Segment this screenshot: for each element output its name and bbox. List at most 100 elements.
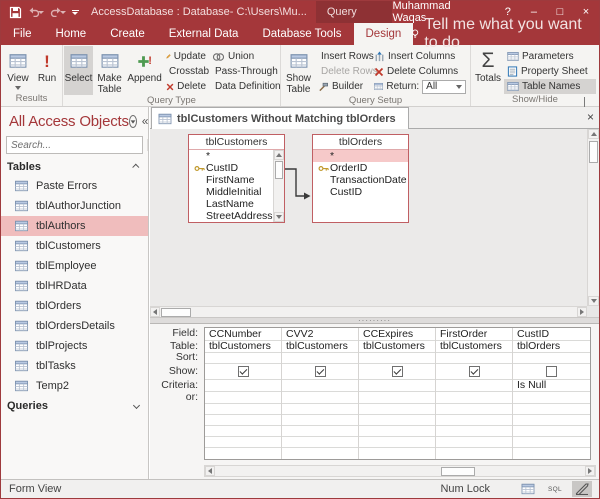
view-button[interactable]: View xyxy=(2,46,34,93)
ribbon-tab[interactable]: File xyxy=(1,23,44,45)
field-list[interactable]: tblOrders * xyxy=(312,134,409,223)
nav-item[interactable]: tblCustomers xyxy=(1,236,148,256)
document-tab[interactable]: tblCustomers Without Matching tblOrders xyxy=(151,107,409,129)
scroll-thumb[interactable] xyxy=(441,467,475,476)
field-row[interactable]: LastName xyxy=(189,198,284,210)
field-row[interactable]: CustID xyxy=(313,186,408,198)
field-row[interactable]: MiddleInitial xyxy=(189,186,284,198)
data-definition-button[interactable]: Data Definition xyxy=(209,79,279,94)
qat-customize-icon[interactable] xyxy=(72,10,79,15)
qbe-or-cell[interactable] xyxy=(359,392,435,404)
scroll-left-icon[interactable] xyxy=(205,466,215,476)
qbe-field-cell[interactable]: CustID xyxy=(513,328,590,341)
qbe-criteria-cell[interactable] xyxy=(282,380,358,392)
nav-item[interactable]: tblTasks xyxy=(1,356,148,376)
datasheet-view-button[interactable] xyxy=(518,481,538,497)
field-list[interactable]: tblCustomers * xyxy=(188,134,285,223)
property-sheet-button[interactable]: Property Sheet xyxy=(504,64,596,79)
nav-item[interactable]: tblHRData xyxy=(1,276,148,296)
scroll-up-icon[interactable] xyxy=(274,150,284,160)
nav-item[interactable]: Temp2 xyxy=(1,376,148,396)
grid-horizontal-scrollbar[interactable] xyxy=(204,465,596,477)
qbe-show-cell[interactable] xyxy=(359,364,435,380)
qbe-sort-cell[interactable] xyxy=(205,353,281,364)
shutter-bar-close-icon[interactable]: « xyxy=(142,115,149,128)
field-row[interactable]: CustID xyxy=(189,162,284,174)
delete-columns-button[interactable]: Delete Columns xyxy=(371,64,469,79)
qbe-show-cell[interactable] xyxy=(282,364,358,380)
scroll-thumb[interactable] xyxy=(589,141,598,163)
qbe-criteria-cell[interactable] xyxy=(359,380,435,392)
show-checkbox[interactable] xyxy=(238,366,249,377)
qbe-criteria-cell[interactable] xyxy=(436,380,512,392)
field-row[interactable]: * xyxy=(313,150,408,162)
field-row[interactable]: StreetAddress xyxy=(189,210,284,222)
return-dropdown[interactable]: All xyxy=(422,80,466,94)
qbe-show-cell[interactable] xyxy=(205,364,281,380)
tell-me-box[interactable]: Tell me what you want to do xyxy=(401,23,599,45)
ribbon-tab[interactable]: Database Tools xyxy=(250,23,353,45)
nav-item[interactable]: tblOrdersDetails xyxy=(1,316,148,336)
scroll-thumb[interactable] xyxy=(161,308,191,317)
qbe-show-cell[interactable] xyxy=(513,364,590,380)
scroll-right-icon[interactable] xyxy=(585,466,595,476)
show-checkbox[interactable] xyxy=(546,366,557,377)
table-names-button[interactable]: Table Names xyxy=(504,79,596,94)
undo-button[interactable] xyxy=(28,7,44,17)
field-row[interactable]: * xyxy=(189,150,284,162)
qbe-table-cell[interactable]: tblCustomers xyxy=(359,341,435,353)
make-table-button[interactable]: Make Table xyxy=(93,46,126,95)
scroll-up-icon[interactable] xyxy=(588,129,599,139)
show-checkbox[interactable] xyxy=(392,366,403,377)
join-line[interactable] xyxy=(280,163,318,205)
nav-menu-icon[interactable] xyxy=(129,115,137,128)
field-row[interactable]: FirstName xyxy=(189,174,284,186)
nav-item[interactable]: tblAuthorJunction xyxy=(1,196,148,216)
nav-item[interactable]: Paste Errors xyxy=(1,176,148,196)
qbe-criteria-cell[interactable]: Is Null xyxy=(513,380,590,392)
scroll-down-icon[interactable] xyxy=(588,296,599,306)
redo-button[interactable] xyxy=(50,7,66,17)
qbe-sort-cell[interactable] xyxy=(513,353,590,364)
qbe-or-cell[interactable] xyxy=(282,392,358,404)
scroll-right-icon[interactable] xyxy=(577,307,587,317)
append-button[interactable]: ! Append xyxy=(126,46,163,95)
scroll-left-icon[interactable] xyxy=(150,307,160,317)
sql-view-button[interactable]: SQL xyxy=(545,481,565,497)
update-button[interactable]: Update xyxy=(163,49,209,64)
scroll-down-icon[interactable] xyxy=(274,212,284,222)
nav-group-header[interactable]: Tables xyxy=(1,157,148,176)
save-icon[interactable] xyxy=(9,6,22,19)
delete-button[interactable]: Delete xyxy=(163,79,209,94)
nav-item[interactable]: tblEmployee xyxy=(1,256,148,276)
ribbon-tab[interactable]: Home xyxy=(44,23,99,45)
nav-item[interactable]: tblOrders xyxy=(1,296,148,316)
ribbon-collapse-button[interactable] xyxy=(584,98,592,103)
run-button[interactable]: ! Run xyxy=(34,46,60,93)
pane-splitter[interactable]: ········· xyxy=(150,317,599,324)
show-checkbox[interactable] xyxy=(315,366,326,377)
group-chevron-icon[interactable] xyxy=(133,402,140,409)
show-checkbox[interactable] xyxy=(469,366,480,377)
qbe-criteria-cell[interactable] xyxy=(205,380,281,392)
search-input[interactable] xyxy=(7,140,147,151)
qbe-or-cell[interactable] xyxy=(513,392,590,404)
field-row[interactable]: OrderID xyxy=(313,162,408,174)
nav-item[interactable]: tblAuthors xyxy=(1,216,148,236)
qbe-table-cell[interactable]: tblCustomers xyxy=(282,341,358,353)
ribbon-tab[interactable]: External Data xyxy=(157,23,251,45)
union-button[interactable]: Union xyxy=(209,49,279,64)
qbe-sort-cell[interactable] xyxy=(436,353,512,364)
show-table-button[interactable]: Show Table xyxy=(282,46,315,95)
document-close-icon[interactable]: × xyxy=(587,107,594,128)
qbe-table-cell[interactable]: tblCustomers xyxy=(205,341,281,353)
qbe-sort-cell[interactable] xyxy=(359,353,435,364)
field-list-title[interactable]: tblOrders xyxy=(313,135,408,150)
pass-through-button[interactable]: Pass-Through xyxy=(209,64,279,79)
ribbon-tab[interactable]: Create xyxy=(98,23,157,45)
qbe-or-cell[interactable] xyxy=(436,392,512,404)
builder-button[interactable]: Builder xyxy=(315,79,371,94)
qbe-or-cell[interactable] xyxy=(205,392,281,404)
nav-item[interactable]: tblProjects xyxy=(1,336,148,356)
design-vertical-scrollbar[interactable] xyxy=(587,129,599,306)
